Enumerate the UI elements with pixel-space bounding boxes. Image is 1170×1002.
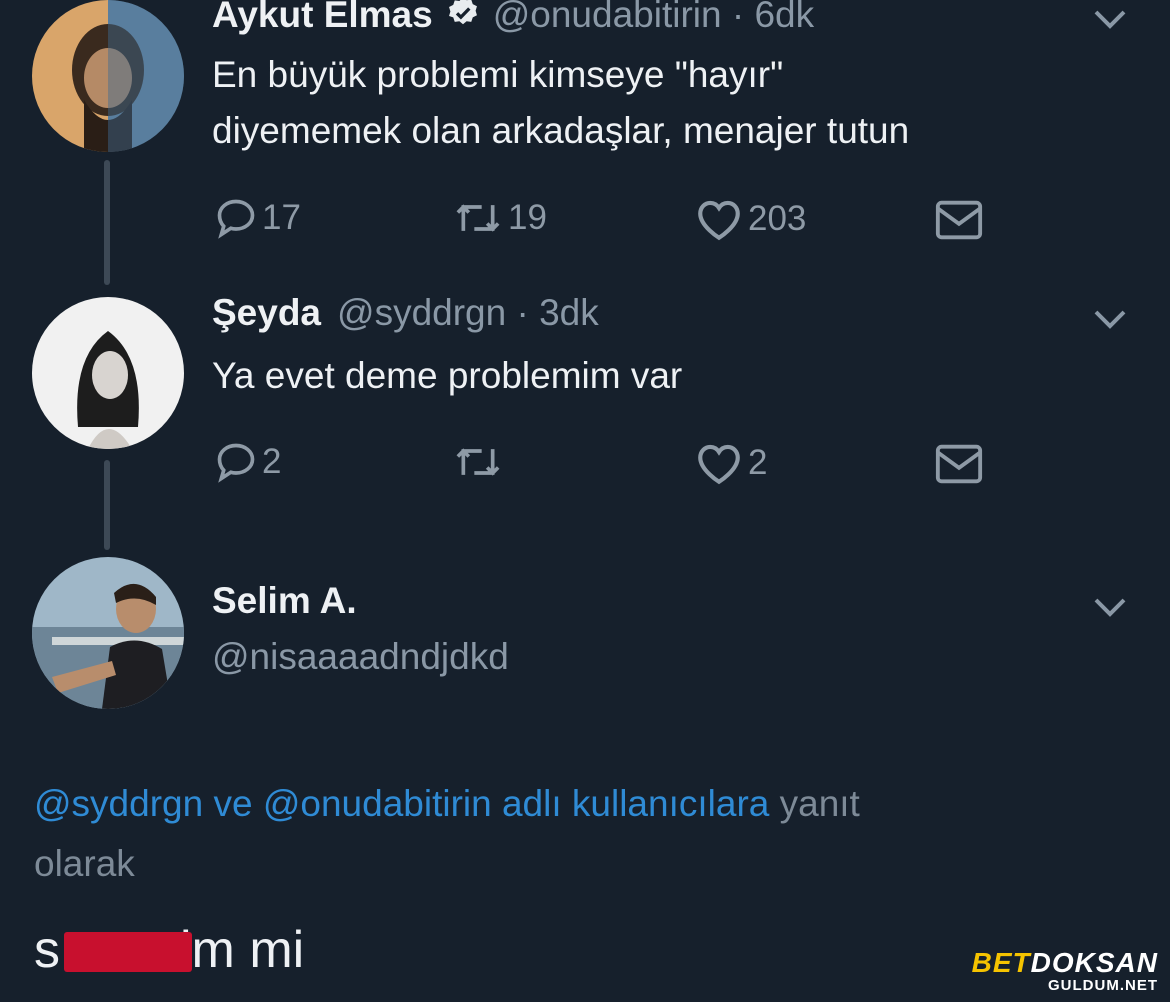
reply-button[interactable]: 2 <box>214 440 281 484</box>
retweet-count: 19 <box>508 198 547 237</box>
dm-button[interactable] <box>934 198 984 242</box>
like-count: 2 <box>748 443 768 482</box>
like-button[interactable]: 2 <box>694 440 767 486</box>
chevron-down-icon[interactable] <box>1090 592 1130 622</box>
reply-text-end: im mi <box>180 921 305 979</box>
watermark-site: GULDUM.NET <box>1048 977 1158 994</box>
retweet-icon <box>456 448 500 476</box>
retweet-button[interactable]: 19 <box>452 196 547 240</box>
verified-badge-icon <box>445 0 481 36</box>
censor-bar <box>64 932 192 972</box>
reply-mentions-link[interactable]: @syddrgn ve @onudabitirin adlı kullanıcı… <box>34 783 769 824</box>
thread-connector <box>104 160 110 285</box>
tweet-text: En büyük problemi kimseye "hayır" diyeme… <box>212 54 910 151</box>
tweet-text: Ya evet deme problemim var <box>212 355 683 396</box>
handle[interactable]: @nisaaaadndjdkd <box>212 636 509 678</box>
reply-icon <box>217 199 255 239</box>
reply-count: 17 <box>262 198 301 237</box>
reply-count: 2 <box>262 442 282 481</box>
handle[interactable]: @onudabitirin · 6dk <box>493 0 814 36</box>
display-name[interactable]: Aykut Elmas <box>212 0 433 36</box>
reply-context-suffix: yanıt <box>779 783 860 824</box>
watermark-logo: BETDOKSAN GULDUM.NET <box>971 947 1158 995</box>
mail-icon <box>935 200 983 240</box>
chevron-down-icon[interactable] <box>1090 4 1130 34</box>
chevron-down-icon[interactable] <box>1090 304 1130 334</box>
reply-button[interactable]: 17 <box>214 196 301 240</box>
reply-icon <box>217 443 255 483</box>
heart-icon <box>698 444 740 485</box>
like-button[interactable]: 203 <box>694 196 806 242</box>
mail-icon <box>935 444 983 484</box>
retweet-button[interactable] <box>452 440 508 484</box>
avatar[interactable] <box>32 557 184 709</box>
heart-icon <box>698 200 740 241</box>
watermark-brand-a: BET <box>971 947 1031 978</box>
avatar[interactable] <box>32 0 184 152</box>
retweet-icon <box>456 204 500 232</box>
like-count: 203 <box>748 199 807 238</box>
dm-button[interactable] <box>934 442 984 486</box>
tweet-header: Aykut Elmas @onudabitirin · 6dk <box>212 0 814 36</box>
watermark-brand-b: DOKSAN <box>1030 947 1158 978</box>
thread-connector <box>104 460 110 550</box>
tweet-header: Şeyda @syddrgn · 3dk <box>212 292 599 334</box>
handle[interactable]: @syddrgn · 3dk <box>337 292 599 334</box>
display-name[interactable]: Şeyda <box>212 292 321 334</box>
reply-context-line2: olarak <box>34 843 135 884</box>
reply-context: @syddrgn ve @onudabitirin adlı kullanıcı… <box>34 774 1134 894</box>
display-name[interactable]: Selim A. <box>212 580 357 622</box>
reply-text-start: s <box>34 921 60 979</box>
avatar[interactable] <box>32 297 184 449</box>
